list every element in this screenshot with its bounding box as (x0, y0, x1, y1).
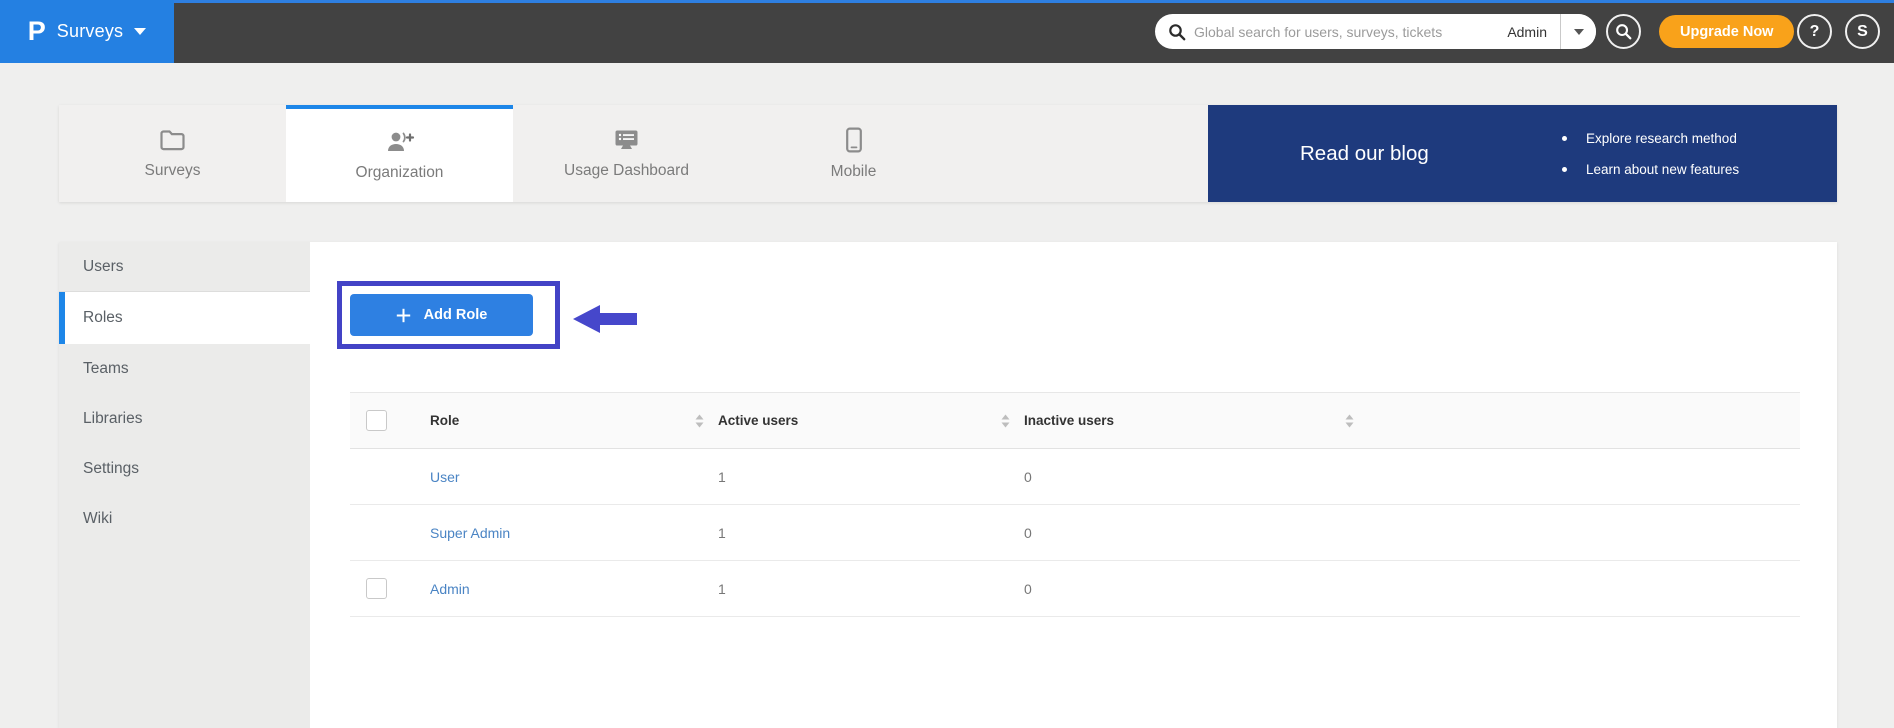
pointer-arrow-annotation (573, 305, 637, 333)
plus-icon (396, 308, 410, 322)
chevron-down-icon (134, 28, 147, 35)
sort-icon[interactable] (695, 414, 704, 428)
tab-label: Mobile (830, 162, 877, 180)
table-row: Admin 1 0 (350, 561, 1800, 617)
chevron-down-icon (1573, 28, 1584, 35)
column-header-inactive-users: Inactive users (1024, 413, 1115, 428)
tab-usage-dashboard[interactable]: Usage Dashboard (513, 105, 740, 202)
table-row: User 1 0 (350, 449, 1800, 505)
search-submit-button[interactable] (1606, 14, 1641, 49)
sort-icon[interactable] (1345, 414, 1354, 428)
inactive-users-value: 0 (1024, 580, 1032, 597)
sort-icon[interactable] (1001, 414, 1010, 428)
inactive-users-value: 0 (1024, 524, 1032, 541)
role-link[interactable]: Super Admin (430, 525, 510, 541)
global-search-bar: Admin (1155, 14, 1596, 49)
mobile-phone-icon (845, 127, 862, 152)
blog-banner-bullet-list: Explore research method Learn about new … (1562, 131, 1739, 177)
sidebar-item-roles[interactable]: Roles (59, 292, 310, 344)
proprofs-logo-icon: P (27, 16, 46, 46)
question-mark-icon: ? (1809, 22, 1820, 40)
upgrade-now-button[interactable]: Upgrade Now (1659, 15, 1795, 48)
tab-mobile[interactable]: Mobile (740, 105, 967, 202)
role-link[interactable]: User (430, 469, 460, 485)
global-search-input[interactable] (1186, 14, 1508, 49)
user-add-icon (387, 132, 414, 151)
roles-table: Role Active users Inactive users User 1 … (350, 392, 1800, 617)
user-avatar[interactable]: S (1845, 14, 1880, 49)
blog-banner: Read our blog Explore research method Le… (1208, 105, 1837, 202)
product-name: Surveys (56, 21, 124, 41)
tab-label: Organization (355, 163, 444, 181)
help-button[interactable]: ? (1797, 14, 1832, 49)
sidebar-item-settings[interactable]: Settings (59, 444, 310, 494)
top-accent-strip (0, 0, 1894, 3)
bullet-dot-icon (1562, 135, 1567, 141)
search-scope-label: Admin (1507, 23, 1547, 40)
content-card: Users Roles Teams Libraries Settings Wik… (59, 242, 1837, 728)
brand-product-switcher[interactable]: P Surveys (0, 0, 174, 63)
row-checkbox[interactable] (366, 578, 387, 599)
role-link[interactable]: Admin (430, 581, 470, 597)
search-icon (1616, 24, 1632, 40)
column-header-role: Role (430, 413, 460, 428)
search-scope-dropdown[interactable] (1561, 14, 1596, 49)
folder-icon (160, 129, 185, 150)
table-row: Super Admin 1 0 (350, 505, 1800, 561)
select-all-checkbox[interactable] (366, 410, 387, 431)
banner-bullet-item: Learn about new features (1562, 162, 1739, 177)
tab-label: Usage Dashboard (564, 161, 689, 179)
blog-banner-title[interactable]: Read our blog (1300, 142, 1446, 166)
bullet-dot-icon (1562, 166, 1567, 172)
sidebar-item-users[interactable]: Users (59, 242, 310, 292)
search-icon (1169, 23, 1186, 40)
add-role-highlight-box: Add Role (337, 281, 560, 349)
sidebar-item-teams[interactable]: Teams (59, 344, 310, 394)
active-users-value: 1 (718, 468, 726, 485)
table-header-row: Role Active users Inactive users (350, 392, 1800, 449)
tab-strip-spacer (967, 105, 1208, 202)
banner-bullet-item: Explore research method (1562, 131, 1739, 146)
tab-surveys[interactable]: Surveys (59, 105, 286, 202)
tab-organization[interactable]: Organization (286, 105, 513, 202)
dashboard-monitor-icon (615, 130, 638, 149)
add-role-button[interactable]: Add Role (350, 294, 533, 336)
active-users-value: 1 (718, 524, 726, 541)
sidebar-item-wiki[interactable]: Wiki (59, 494, 310, 544)
organization-sidebar: Users Roles Teams Libraries Settings Wik… (59, 242, 310, 728)
active-users-value: 1 (718, 580, 726, 597)
column-header-active-users: Active users (718, 413, 799, 428)
sidebar-item-libraries[interactable]: Libraries (59, 394, 310, 444)
avatar-initial: S (1857, 22, 1868, 40)
main-tab-strip: Surveys Organization Usage Dashboard Mob… (59, 105, 1837, 202)
inactive-users-value: 0 (1024, 468, 1032, 485)
tab-label: Surveys (144, 161, 201, 179)
